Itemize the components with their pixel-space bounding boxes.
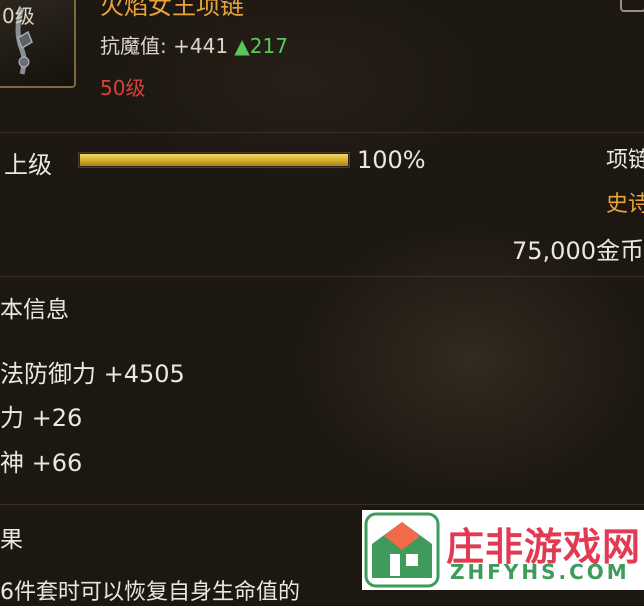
house-logo-icon bbox=[364, 512, 440, 588]
upgrade-progress-bar bbox=[78, 152, 350, 168]
effect-text: 6件套时可以恢复自身生命值的 bbox=[0, 580, 300, 605]
share-icon[interactable] bbox=[620, 0, 644, 12]
item-icon-level: 0级 bbox=[2, 4, 35, 28]
watermark: 庄非游戏网 ZHFYHS.COM bbox=[362, 510, 644, 590]
divider bbox=[0, 504, 644, 505]
item-icon-frame[interactable]: 0级 bbox=[0, 0, 76, 88]
item-slot: 项链 bbox=[606, 148, 644, 173]
item-price: 75,000金币 bbox=[512, 237, 644, 265]
item-stat-line: 抗魔值: +441 ▲217 bbox=[100, 30, 288, 59]
divider bbox=[0, 276, 644, 277]
required-level: 50级 bbox=[100, 76, 146, 100]
attribute-line: 力 +26 bbox=[0, 404, 83, 432]
background bbox=[0, 0, 644, 590]
upgrade-progress-text: 100% bbox=[357, 146, 426, 174]
attribute-line: 法防御力 +4505 bbox=[0, 360, 185, 388]
stat-value: +441 bbox=[173, 34, 229, 58]
upgrade-progress-fill bbox=[80, 154, 348, 166]
item-name: 火焰女王项链 bbox=[100, 0, 244, 20]
stat-increase: ▲217 bbox=[234, 34, 288, 58]
attribute-line: 神 +66 bbox=[0, 449, 83, 477]
watermark-en: ZHFYHS.COM bbox=[450, 560, 630, 584]
upgrade-label: 上级 bbox=[4, 151, 52, 179]
item-quality: 史诗 bbox=[606, 192, 644, 217]
effect-title: 果 bbox=[0, 527, 23, 553]
basic-info-title: 本信息 bbox=[0, 297, 69, 323]
divider bbox=[0, 132, 644, 133]
stat-label: 抗魔值: bbox=[100, 34, 167, 58]
